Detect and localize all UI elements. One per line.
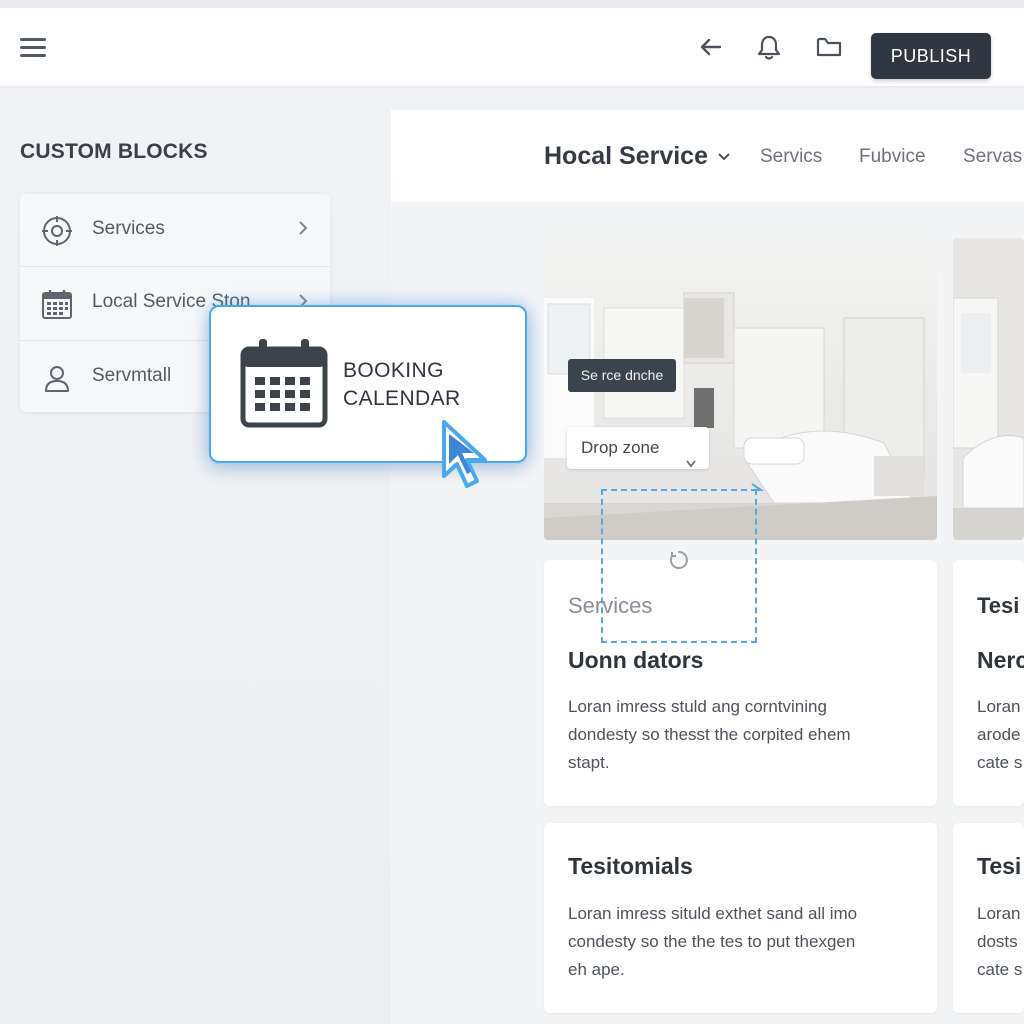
back-arrow-icon[interactable] <box>695 32 725 62</box>
card-title: Tesitomials <box>568 853 693 879</box>
label-line-2: CALENDAR <box>343 387 461 410</box>
card-body-line: dondesty so thesst the corpited ehem <box>568 725 851 744</box>
target-icon <box>40 214 74 248</box>
hover-tooltip: Se rce dnche <box>568 359 676 392</box>
card-title: Nerc <box>977 647 1024 673</box>
card-body-line: dosts <box>977 932 1018 951</box>
calendar-icon <box>239 337 329 429</box>
window-top-strip <box>0 0 1024 8</box>
loading-icon <box>668 549 690 571</box>
chevron-down-icon <box>685 443 697 468</box>
card-body-line: eh ape. <box>568 960 625 979</box>
block-label: Services <box>92 218 165 239</box>
page-builder-app: PUBLISH CUSTOM BLOCKS Services Local Ser… <box>0 0 1024 1024</box>
booking-calendar-label: BOOKING CALENDAR <box>343 357 493 413</box>
card-body-line: Loran imress stuld ang corntvining <box>568 697 827 716</box>
card-body-line: Loran imress situld exthet sand all imo <box>568 904 858 923</box>
card-title: Tesi <box>977 853 1022 879</box>
card-body-line: condesty so the the tes to put thexgen <box>568 932 856 951</box>
bedroom-photo-2 <box>953 238 1024 540</box>
custom-blocks-heading: CUSTOM BLOCKS <box>20 140 208 163</box>
page-nav-title[interactable]: Hocal Service <box>544 142 708 171</box>
card-body-line: cate s <box>977 753 1023 772</box>
nav-link[interactable]: Servics <box>760 146 822 168</box>
drop-zone-select[interactable]: Drop zone <box>567 427 709 469</box>
card-body-line: stapt. <box>568 753 610 772</box>
card-body-line: arode <box>977 725 1021 744</box>
menu-icon[interactable] <box>20 36 48 58</box>
block-item-services[interactable]: Services <box>20 194 330 266</box>
label-line-1: BOOKING <box>343 359 444 382</box>
drop-zone-corner-icon <box>751 483 765 491</box>
drop-zone-label: Drop zone <box>581 438 660 457</box>
card-title: Uonn dators <box>568 647 704 673</box>
user-icon <box>40 361 74 395</box>
notification-icon[interactable] <box>754 32 784 62</box>
right-card-top-content: Tesi Nerc Loran arode cate s <box>977 590 1024 790</box>
nav-link[interactable]: Servas <box>963 146 1022 168</box>
publish-button[interactable]: PUBLISH <box>871 33 991 79</box>
folder-icon[interactable] <box>814 32 844 62</box>
card-body-line: Loran <box>977 904 1021 923</box>
card-body-line: Loran <box>977 697 1021 716</box>
nav-link[interactable]: Fubvice <box>859 146 926 168</box>
top-toolbar: PUBLISH <box>0 8 1024 86</box>
card-body-line: cate s <box>977 960 1023 979</box>
block-label: Servmtall <box>92 365 172 386</box>
right-card-bottom-content: Tesi Loran dosts cate s <box>977 850 1024 990</box>
chevron-down-icon[interactable] <box>716 150 732 162</box>
mouse-cursor-icon <box>438 418 494 492</box>
card-kicker: Tesi <box>977 593 1020 618</box>
calendar-icon <box>40 287 74 321</box>
chevron-right-icon <box>296 218 310 238</box>
